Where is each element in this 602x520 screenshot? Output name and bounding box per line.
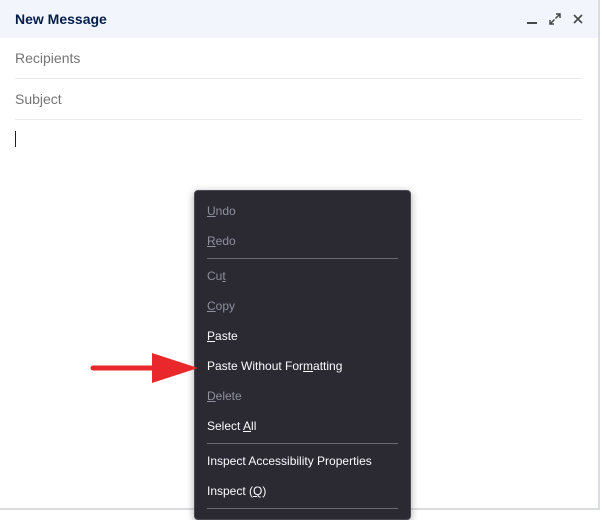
- menu-separator: [207, 258, 398, 259]
- subject-input[interactable]: [15, 91, 582, 107]
- menu-item-mnemonic: Q: [253, 484, 263, 498]
- menu-item-label-prefix: Inspect Accessibility Properties: [207, 454, 372, 468]
- menu-item-copy[interactable]: Copy: [195, 291, 410, 321]
- menu-separator: [207, 508, 398, 509]
- menu-item-mnemonic: C: [207, 299, 216, 313]
- expand-icon[interactable]: [548, 12, 562, 26]
- menu-item-delete[interactable]: Delete: [195, 381, 410, 411]
- menu-item-inspect-q[interactable]: Inspect (Q): [195, 476, 410, 506]
- menu-item-paste-without-formatting[interactable]: Paste Without Formatting: [195, 351, 410, 381]
- compose-header: New Message: [0, 0, 598, 38]
- menu-item-label-prefix: Paste Without For: [207, 359, 304, 373]
- subject-row: [15, 79, 582, 120]
- menu-item-mnemonic: R: [207, 234, 216, 248]
- menu-item-label-rest: ): [262, 484, 267, 498]
- menu-item-mnemonic: t: [222, 269, 226, 283]
- menu-item-label-rest: ll: [251, 419, 257, 433]
- minimize-icon[interactable]: [525, 12, 539, 26]
- menu-item-undo[interactable]: Undo: [195, 196, 410, 226]
- window-controls: [525, 12, 585, 26]
- menu-item-redo[interactable]: Redo: [195, 226, 410, 256]
- close-icon[interactable]: [571, 12, 585, 26]
- context-menu: Undo Redo Cut Copy Paste Paste Without Format…: [194, 190, 411, 520]
- menu-item-label-prefix: Select: [207, 419, 244, 433]
- menu-item-cut[interactable]: Cut: [195, 261, 410, 291]
- menu-separator: [207, 443, 398, 444]
- recipients-row: [15, 38, 582, 79]
- menu-item-mnemonic: A: [243, 419, 252, 433]
- compose-title: New Message: [15, 11, 107, 27]
- menu-item-mnemonic: D: [207, 389, 216, 403]
- menu-item-label-rest: edo: [215, 234, 236, 248]
- text-caret: [15, 131, 16, 147]
- recipients-input[interactable]: [15, 50, 582, 66]
- menu-item-label-rest: ndo: [215, 204, 236, 218]
- menu-item-label-rest: elete: [215, 389, 242, 403]
- menu-item-paste[interactable]: Paste: [195, 321, 410, 351]
- menu-item-mnemonic: m: [303, 359, 314, 373]
- menu-item-mnemonic: U: [207, 204, 216, 218]
- menu-item-label-rest: opy: [215, 299, 236, 313]
- menu-item-select-all[interactable]: Select All: [195, 411, 410, 441]
- menu-item-mnemonic: P: [207, 329, 216, 343]
- red-arrow-icon: [90, 353, 198, 383]
- menu-item-label-rest: atting: [313, 359, 343, 373]
- menu-item-inspect-accessibility-properties[interactable]: Inspect Accessibility Properties: [195, 446, 410, 476]
- menu-item-label-rest: aste: [215, 329, 238, 343]
- menu-item-label-prefix: Cu: [207, 269, 223, 283]
- menu-item-label-prefix: Inspect (: [207, 484, 254, 498]
